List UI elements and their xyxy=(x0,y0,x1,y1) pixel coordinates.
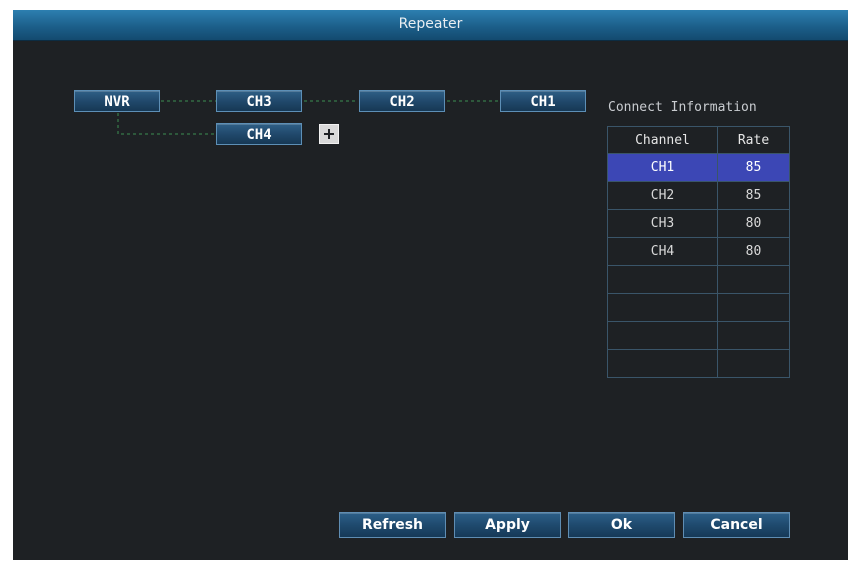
table-row[interactable] xyxy=(607,321,790,350)
rate-cell: 85 xyxy=(717,181,790,210)
ok-button[interactable]: Ok xyxy=(568,512,675,538)
channel-cell xyxy=(607,349,718,378)
rate-cell: 80 xyxy=(717,209,790,238)
node-nvr[interactable]: NVR xyxy=(74,90,160,112)
table-row[interactable]: CH2 85 xyxy=(607,181,790,210)
table-row[interactable]: CH4 80 xyxy=(607,237,790,266)
node-ch4[interactable]: CH4 xyxy=(216,123,302,145)
channel-cell xyxy=(607,265,718,294)
column-header-channel: Channel xyxy=(607,126,718,154)
channel-cell: CH3 xyxy=(607,209,718,238)
channel-cell xyxy=(607,321,718,350)
plus-box-icon[interactable] xyxy=(319,124,339,144)
column-header-rate: Rate xyxy=(717,126,790,154)
channel-cell: CH2 xyxy=(607,181,718,210)
table-row[interactable] xyxy=(607,349,790,378)
channel-cell: CH1 xyxy=(607,153,718,182)
rate-cell: 80 xyxy=(717,237,790,266)
connect-info-title: Connect Information xyxy=(608,100,757,115)
table-row[interactable] xyxy=(607,265,790,294)
link-nvr-ch4 xyxy=(117,113,216,135)
cancel-button[interactable]: Cancel xyxy=(683,512,790,538)
table-row[interactable]: CH3 80 xyxy=(607,209,790,238)
repeater-window: Repeater NVR CH3 CH2 CH1 CH4 Connect Inf… xyxy=(13,10,848,560)
channel-cell: CH4 xyxy=(607,237,718,266)
node-ch2[interactable]: CH2 xyxy=(359,90,445,112)
node-ch3[interactable]: CH3 xyxy=(216,90,302,112)
table-header-row: Channel Rate xyxy=(607,126,790,154)
table-row[interactable]: CH1 85 xyxy=(607,153,790,182)
rate-cell xyxy=(717,321,790,350)
rate-cell xyxy=(717,293,790,322)
rate-cell xyxy=(717,265,790,294)
rate-cell xyxy=(717,349,790,378)
table-row[interactable] xyxy=(607,293,790,322)
refresh-button[interactable]: Refresh xyxy=(339,512,446,538)
connect-info-table: Channel Rate CH1 85 CH2 85 CH3 80 CH4 80 xyxy=(607,126,790,378)
rate-cell: 85 xyxy=(717,153,790,182)
channel-cell xyxy=(607,293,718,322)
node-ch1[interactable]: CH1 xyxy=(500,90,586,112)
apply-button[interactable]: Apply xyxy=(454,512,561,538)
